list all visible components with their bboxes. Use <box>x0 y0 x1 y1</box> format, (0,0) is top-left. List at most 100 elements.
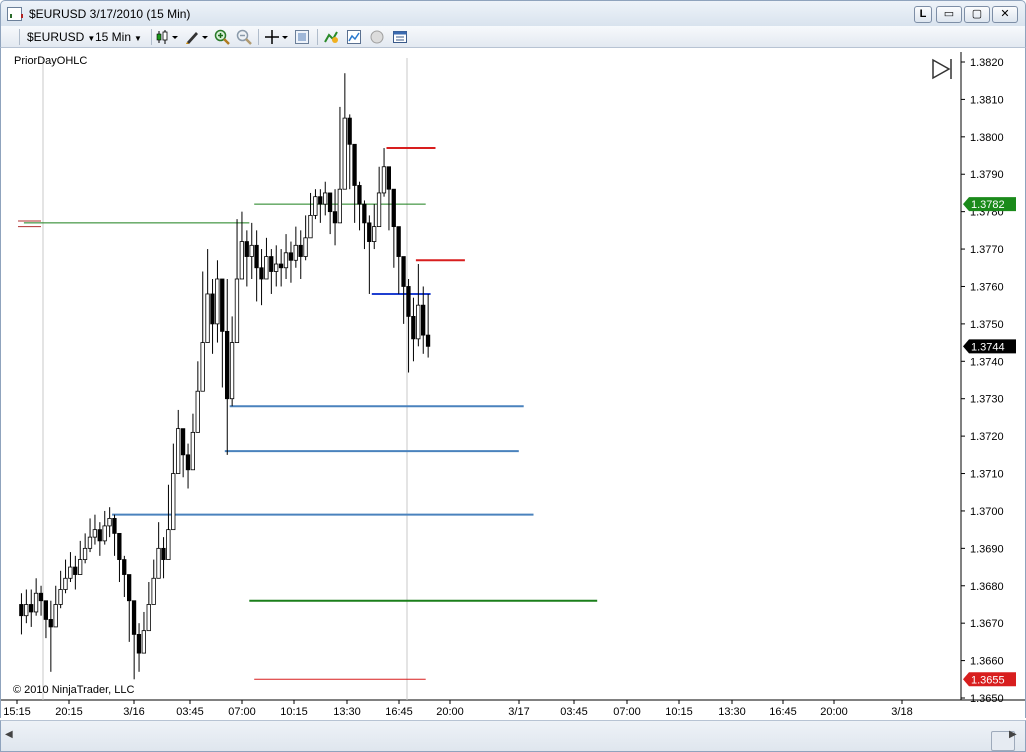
candle-body <box>87 536 93 549</box>
candle-body <box>273 263 279 272</box>
x-tick-label: 07:00 <box>613 706 641 718</box>
candle-body <box>156 547 161 579</box>
horizontal-scrollbar[interactable]: ◀ ▶ <box>0 720 1026 752</box>
y-tick-label: 1.3680 <box>970 581 1004 593</box>
minimize-icon: ▭ <box>943 8 955 20</box>
interval-selector[interactable]: 15 Min ▼ <box>95 29 142 45</box>
candle-body <box>303 237 308 257</box>
x-tick-label: 10:15 <box>280 706 308 718</box>
scroll-end-triangle <box>932 58 951 80</box>
link-button[interactable]: L <box>914 6 932 23</box>
candle-body <box>357 185 362 205</box>
candle-body <box>244 241 249 257</box>
y-tick-label: 1.3670 <box>970 618 1004 630</box>
y-tick-label: 1.3760 <box>970 281 1004 293</box>
candle-body <box>28 604 34 613</box>
x-tick-label: 07:00 <box>228 706 256 718</box>
candle-body <box>78 559 83 575</box>
x-tick-label: 16:45 <box>385 706 413 718</box>
y-tick-label: 1.3710 <box>970 469 1004 481</box>
instrument-selector[interactable]: $EURUSD ▼ <box>27 29 95 45</box>
candle-body <box>43 600 48 620</box>
candle-body <box>298 244 303 257</box>
candle-body <box>166 529 171 560</box>
candle-body <box>293 244 298 261</box>
candle-body <box>337 188 343 224</box>
x-tick-label: 20:00 <box>436 706 464 718</box>
candle-body <box>58 589 63 605</box>
x-tick-label: 3/16 <box>123 706 144 718</box>
circle-icon[interactable] <box>369 29 385 45</box>
candle-body <box>141 630 147 654</box>
candle-body <box>68 566 73 579</box>
candle-body <box>220 278 225 332</box>
candle-body <box>205 293 210 343</box>
y-tick-label: 1.3820 <box>970 57 1004 69</box>
indicator-label: PriorDayOHLC <box>14 55 88 67</box>
zoom-out-icon[interactable] <box>236 29 252 45</box>
candle-body <box>38 592 44 602</box>
y-tick-label: 1.3650 <box>970 693 1004 705</box>
price-chart[interactable]: 1.38201.38101.38001.37901.37801.37701.37… <box>1 48 1025 718</box>
candle-body <box>190 431 196 471</box>
candlestick-icon[interactable] <box>156 29 180 45</box>
scroll-right-arrow-icon[interactable]: ▶ <box>1009 729 1017 740</box>
window-title: $EURUSD 3/17/2010 (15 Min) <box>29 7 191 21</box>
candle-body <box>264 256 269 280</box>
candle-body <box>127 574 132 602</box>
data-box-icon[interactable] <box>392 29 408 45</box>
maximize-icon: ▢ <box>971 8 983 20</box>
x-tick-label: 13:30 <box>718 706 746 718</box>
candle-body <box>416 304 421 340</box>
candle-body <box>112 518 117 534</box>
maximize-button[interactable]: ▢ <box>964 6 990 23</box>
candle-body <box>210 293 215 325</box>
candle-body <box>48 619 53 628</box>
candle-body <box>396 226 401 257</box>
candle-body <box>24 604 29 617</box>
scroll-to-end-icon[interactable] <box>932 58 952 80</box>
y-tick-label: 1.3700 <box>970 506 1004 518</box>
candle-body <box>215 278 220 325</box>
candle-body <box>332 211 338 224</box>
y-tick-label: 1.3720 <box>970 431 1004 443</box>
candle-body <box>131 600 137 635</box>
scroll-left-arrow-icon[interactable]: ◀ <box>5 729 13 740</box>
x-tick-label: 13:30 <box>333 706 361 718</box>
indicator-icon[interactable] <box>346 29 362 45</box>
pencil-icon[interactable] <box>184 29 210 45</box>
candle-body <box>362 203 367 224</box>
candle-body <box>117 532 122 560</box>
strategy-icon[interactable] <box>323 29 339 45</box>
candle-body <box>234 278 240 343</box>
price-chart-panel[interactable]: 1.3820 1.3810 1.3800 1.3790 1.3780 1.3770 1.37… <box>0 48 1026 718</box>
candle-body <box>249 244 254 257</box>
x-tick-label: 20:00 <box>820 706 848 718</box>
properties-icon[interactable] <box>294 29 310 45</box>
window-titlebar: $EURUSD 3/17/2010 (15 Min) L ▭ ▢ ✕ <box>0 0 1026 26</box>
close-icon: ✕ <box>1000 8 1010 20</box>
candle-body <box>73 566 78 575</box>
minimize-button[interactable]: ▭ <box>936 6 962 23</box>
x-tick-label: 15:15 <box>3 706 31 718</box>
candle-body <box>229 342 235 400</box>
candle-body <box>195 390 200 433</box>
x-tick-label: 3/17 <box>508 706 529 718</box>
candle-body <box>318 196 323 205</box>
candle-body <box>151 577 156 605</box>
candle-body <box>342 117 347 190</box>
close-button[interactable]: ✕ <box>992 6 1018 23</box>
candle-body <box>406 286 411 317</box>
candle-body <box>185 454 191 471</box>
candle-body <box>136 634 142 654</box>
candle-body <box>308 214 313 239</box>
candle-body <box>107 518 112 527</box>
link-button-label: L <box>919 8 927 20</box>
crosshair-icon[interactable] <box>264 29 290 45</box>
chart-toolbar: $EURUSD ▼ 15 Min ▼ <box>0 26 1026 48</box>
scroll-track[interactable] <box>23 727 1015 751</box>
zoom-in-icon[interactable] <box>214 29 230 45</box>
candle-body <box>313 196 318 216</box>
candle-body <box>63 577 68 590</box>
toolbar-separator <box>151 29 152 45</box>
